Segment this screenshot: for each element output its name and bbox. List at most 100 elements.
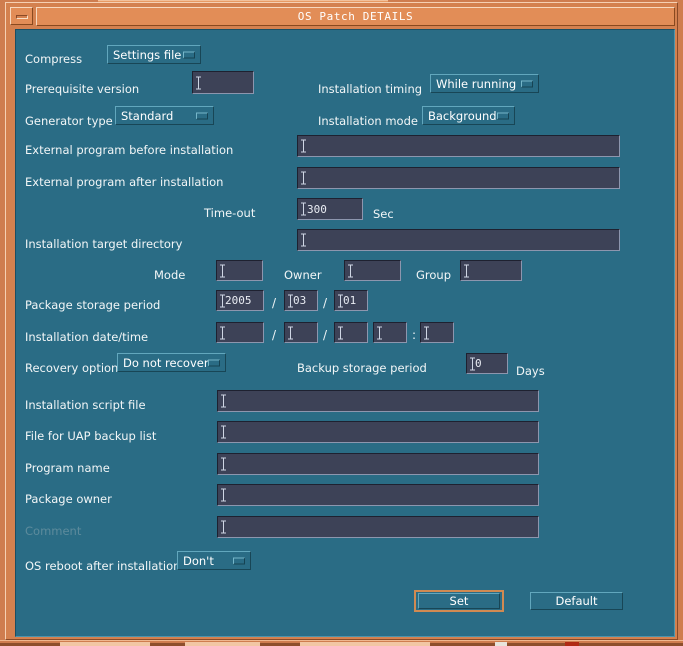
generator-type-dropdown[interactable]: Standard <box>115 106 214 125</box>
text-caret-icon <box>301 234 306 247</box>
installation-datetime-minute-input[interactable] <box>420 322 454 343</box>
external-program-before-label: External program before installation <box>25 143 233 157</box>
desktop-strip-item <box>60 642 150 646</box>
backup-storage-period-label: Backup storage period <box>297 361 427 375</box>
compress-dropdown[interactable]: Settings file <box>107 45 201 64</box>
text-caret-icon <box>301 172 306 185</box>
os-patch-details-window: OS Patch DETAILS Compress Settings file … <box>5 2 678 640</box>
installation-timing-value: While running <box>431 77 516 91</box>
external-program-before-input[interactable] <box>297 135 620 157</box>
group-label: Group <box>416 268 451 282</box>
file-for-uap-backup-list-label: File for UAP backup list <box>25 429 156 443</box>
text-caret-icon <box>220 264 225 277</box>
package-storage-period-day-input[interactable]: 01 <box>334 290 368 311</box>
window-title: OS Patch DETAILS <box>298 10 414 23</box>
chevron-down-icon <box>183 51 195 58</box>
package-storage-period-day-value: 01 <box>335 294 356 307</box>
text-caret-icon <box>221 521 226 534</box>
installation-mode-dropdown[interactable]: Background <box>422 106 515 125</box>
text-caret-icon <box>221 458 226 471</box>
text-caret-icon <box>196 76 201 89</box>
package-owner-label: Package owner <box>25 492 112 506</box>
window-title-area[interactable]: OS Patch DETAILS <box>36 7 675 26</box>
owner-input[interactable] <box>344 260 401 281</box>
comment-input[interactable] <box>217 516 539 538</box>
window-menu-dash-icon <box>16 15 28 19</box>
program-name-label: Program name <box>25 461 110 475</box>
installation-script-file-input[interactable] <box>217 390 539 412</box>
text-caret-icon <box>338 326 343 339</box>
owner-label: Owner <box>284 268 322 282</box>
installation-datetime-time-sep: : <box>412 328 416 342</box>
program-name-input[interactable] <box>217 453 539 475</box>
desktop-strip-item <box>300 642 430 646</box>
backup-storage-period-input[interactable]: 0 <box>466 353 508 374</box>
mode-input[interactable] <box>216 260 263 281</box>
comment-label: Comment <box>25 524 81 538</box>
text-caret-icon <box>424 326 429 339</box>
compress-value: Settings file <box>108 48 181 62</box>
installation-datetime-sep-2: / <box>323 328 327 342</box>
default-button[interactable]: Default <box>530 592 623 610</box>
installation-datetime-month-input[interactable] <box>284 322 318 343</box>
generator-type-label: Generator type <box>25 114 113 128</box>
recovery-option-label: Recovery option <box>25 361 118 375</box>
package-storage-period-label: Package storage period <box>25 298 160 312</box>
backup-storage-period-unit: Days <box>516 364 545 378</box>
text-caret-icon <box>221 426 226 439</box>
external-program-after-label: External program after installation <box>25 175 223 189</box>
installation-timing-label: Installation timing <box>318 82 422 96</box>
dialog-client-area: Compress Settings file Prerequisite vers… <box>15 29 675 637</box>
installation-target-directory-input[interactable] <box>297 229 620 251</box>
installation-timing-dropdown[interactable]: While running <box>430 74 539 93</box>
installation-datetime-label: Installation date/time <box>25 330 148 344</box>
installation-datetime-sep-1: / <box>272 328 276 342</box>
package-storage-period-month-value: 03 <box>285 294 306 307</box>
mode-label: Mode <box>154 268 185 282</box>
prerequisite-version-input[interactable] <box>192 71 254 94</box>
chevron-down-icon <box>497 112 509 119</box>
chevron-down-icon <box>233 557 245 564</box>
desktop-strip-item <box>495 642 507 646</box>
timeout-label: Time-out <box>204 206 255 220</box>
installation-datetime-day-input[interactable] <box>334 322 368 343</box>
installation-script-file-label: Installation script file <box>25 398 146 412</box>
installation-target-directory-label: Installation target directory <box>25 237 182 251</box>
package-storage-period-year-value: 2005 <box>217 294 252 307</box>
os-reboot-after-installation-dropdown[interactable]: Don't <box>177 551 251 570</box>
text-caret-icon <box>221 395 226 408</box>
timeout-value: 300 <box>298 203 327 216</box>
timeout-unit: Sec <box>373 207 394 221</box>
backup-storage-period-value: 0 <box>467 357 482 370</box>
window-menu-button[interactable] <box>10 7 33 25</box>
desktop-strip-item <box>185 642 260 646</box>
installation-datetime-year-input[interactable] <box>216 322 264 343</box>
installation-mode-label: Installation mode <box>318 114 418 128</box>
chevron-down-icon <box>196 112 208 119</box>
chevron-down-icon <box>521 80 533 87</box>
installation-datetime-hour-input[interactable] <box>373 322 407 343</box>
text-caret-icon <box>221 489 226 502</box>
recovery-option-value: Do not recover <box>118 356 209 370</box>
text-caret-icon <box>288 326 293 339</box>
file-for-uap-backup-list-input[interactable] <box>217 421 539 443</box>
external-program-after-input[interactable] <box>297 167 620 189</box>
desktop-strip-item <box>565 642 579 646</box>
recovery-option-dropdown[interactable]: Do not recover <box>117 353 226 372</box>
screen: OS Patch DETAILS Compress Settings file … <box>0 0 683 646</box>
timeout-input[interactable]: 300 <box>297 198 363 220</box>
package-storage-period-sep-2: / <box>323 296 327 310</box>
text-caret-icon <box>220 326 225 339</box>
text-caret-icon <box>348 264 353 277</box>
package-storage-period-month-input[interactable]: 03 <box>284 290 318 311</box>
prerequisite-version-label: Prerequisite version <box>25 82 139 96</box>
os-reboot-after-installation-label: OS reboot after installation <box>25 559 180 573</box>
package-owner-input[interactable] <box>217 484 539 506</box>
text-caret-icon <box>377 326 382 339</box>
set-button[interactable]: Set <box>418 593 500 609</box>
group-input[interactable] <box>460 260 522 281</box>
installation-mode-value: Background <box>423 109 497 123</box>
package-storage-period-year-input[interactable]: 2005 <box>216 290 264 311</box>
os-reboot-after-installation-value: Don't <box>178 554 214 568</box>
text-caret-icon <box>464 264 469 277</box>
